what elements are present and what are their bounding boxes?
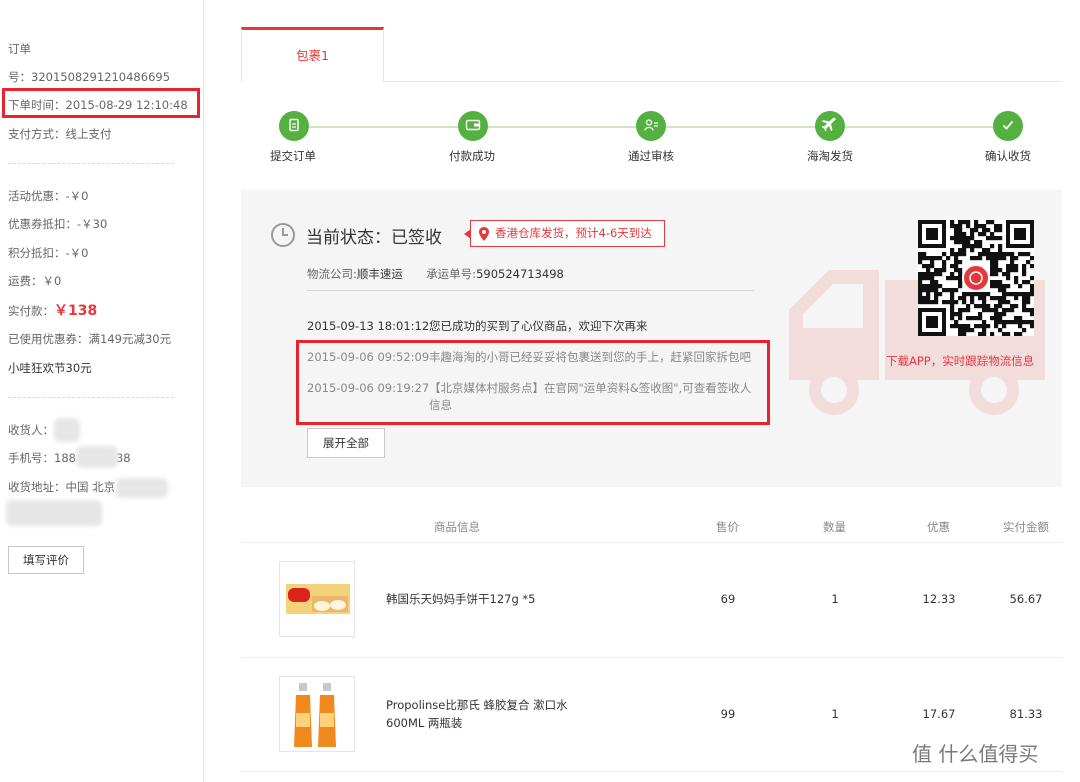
app-qr-code	[918, 220, 1035, 337]
redacted-phone	[76, 446, 118, 468]
log-text: 您已成功的买到了心仪商品，欢迎下次再来	[429, 319, 648, 333]
product-name-line1: Propolinse比那氏 蜂胶复合 漱口水	[386, 698, 568, 712]
write-review-button[interactable]: 填写评价	[8, 546, 84, 574]
col-header-price: 售价	[716, 520, 739, 534]
activity-discount: 活动优惠：-￥0	[8, 189, 89, 203]
tracking-label: 承运单号:	[426, 267, 477, 281]
step-submit-label: 提交订单	[270, 149, 316, 163]
table-divider	[241, 542, 1062, 543]
step-confirm-label: 确认收货	[985, 149, 1031, 163]
product-discount: 12.33	[922, 592, 956, 606]
biscuit-box-image	[286, 584, 350, 614]
paid-value: ￥138	[54, 303, 98, 319]
paid-amount: 实付款：￥138	[8, 300, 97, 320]
points-discount: 积分抵扣：-￥0	[8, 246, 89, 260]
product-price: 69	[720, 592, 736, 606]
redacted-name	[54, 418, 80, 442]
expand-all-button[interactable]: 展开全部	[307, 428, 385, 458]
phone-start: 188	[54, 451, 76, 465]
product-price: 99	[720, 707, 736, 721]
carrier-label: 物流公司:	[307, 267, 357, 281]
product-name-line2: 600ML 两瓶装	[386, 716, 463, 730]
tab-divider	[384, 81, 1062, 82]
phone-label: 手机号：	[8, 451, 54, 465]
document-icon	[287, 118, 301, 135]
redacted-address	[116, 478, 168, 498]
shipping-fee: 运费：￥0	[8, 274, 62, 288]
step-review-label: 通过审核	[628, 149, 674, 163]
redacted-address-line2	[6, 500, 102, 526]
tab-package-1[interactable]: 包裹1	[241, 27, 384, 82]
product-name[interactable]: Propolinse比那氏 蜂胶复合 漱口水 600ML 两瓶装	[386, 696, 568, 732]
step-ship-label: 海淘发货	[807, 149, 853, 163]
product-name[interactable]: 韩国乐天妈妈手饼干127g *5	[386, 590, 535, 608]
warehouse-text: 香港仓库发货，预计4-6天到达	[495, 226, 652, 240]
carrier-name: 顺丰速运	[356, 267, 403, 281]
divider	[8, 163, 174, 164]
step-paid-label: 付款成功	[449, 149, 495, 163]
pay-method: 支付方式：线上支付	[8, 127, 112, 141]
clock-icon	[271, 223, 295, 247]
step-confirm-dot	[993, 111, 1023, 141]
check-icon	[1001, 118, 1015, 135]
col-header-discount: 优惠	[927, 520, 950, 534]
phone-end: 38	[115, 451, 131, 465]
log-highlight	[296, 340, 770, 425]
review-icon	[643, 118, 659, 135]
product-paid: 56.67	[1009, 592, 1043, 606]
location-pin-icon	[479, 227, 489, 241]
product-qty: 1	[831, 592, 839, 606]
product-paid: 81.33	[1009, 707, 1043, 721]
plane-icon	[821, 117, 838, 136]
step-paid-dot	[458, 111, 488, 141]
divider	[8, 397, 174, 398]
carrier-info: 物流公司:顺丰速运 承运单号:590524713498	[307, 266, 564, 282]
paid-label: 实付款：	[8, 304, 54, 318]
col-header-product: 商品信息	[434, 520, 480, 534]
warehouse-tag: 香港仓库发货，预计4-6天到达	[464, 220, 665, 247]
col-header-qty: 数量	[823, 520, 846, 534]
step-review-dot	[636, 111, 666, 141]
product-thumbnail[interactable]	[279, 676, 355, 752]
mouthwash-bottles-image	[294, 683, 336, 747]
step-submit-dot	[279, 111, 309, 141]
step-ship-dot	[815, 111, 845, 141]
order-heading: 订单	[8, 42, 31, 56]
log-time: 2015-09-13 18:01:12	[307, 319, 430, 333]
receiver-address: 收货地址：中国 北京	[8, 480, 116, 494]
order-sidebar: 订单 号：3201508291210486695 下单时间：2015-08-29…	[0, 0, 204, 782]
promo-name: 小哇狂欢节30元	[8, 361, 92, 375]
coupon-discount: 优惠券抵扣：-￥30	[8, 217, 108, 231]
order-detail-page: 订单 号：3201508291210486695 下单时间：2015-08-29…	[0, 0, 1080, 782]
tracking-number: 590524713498	[476, 267, 564, 281]
site-watermark: 值 什么值得买	[912, 742, 1039, 766]
order-time-highlight	[2, 88, 200, 118]
product-thumbnail[interactable]	[279, 561, 355, 637]
col-header-paid: 实付金额	[1003, 520, 1049, 534]
qr-code-icon	[918, 220, 1035, 337]
table-divider	[241, 771, 1062, 772]
receiver-name: 收货人：	[8, 423, 54, 437]
order-number: 号：3201508291210486695	[8, 70, 171, 84]
log-entry: 2015-09-13 18:01:12您已成功的买到了心仪商品，欢迎下次再来	[307, 318, 648, 334]
qr-caption: 下载APP，实时跟踪物流信息	[886, 354, 1035, 368]
product-discount: 17.67	[922, 707, 956, 721]
table-divider	[241, 657, 1062, 658]
wallet-icon	[465, 118, 481, 135]
product-qty: 1	[831, 707, 839, 721]
current-status: 当前状态：已签收	[306, 228, 442, 248]
used-coupon: 已使用优惠券：满149元减30元	[8, 332, 172, 346]
panel-divider	[307, 290, 754, 291]
